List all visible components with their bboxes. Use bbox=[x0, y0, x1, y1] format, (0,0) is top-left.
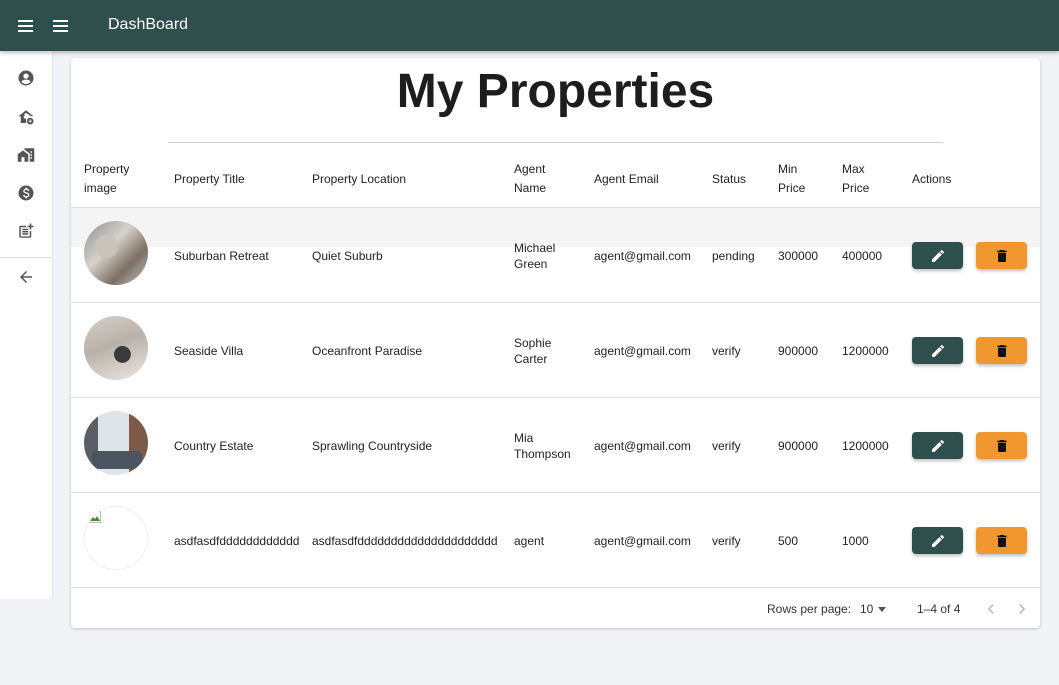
property-image-broken bbox=[84, 506, 148, 570]
rows-per-page-select[interactable]: 10 bbox=[860, 601, 890, 617]
next-page-button[interactable] bbox=[1012, 599, 1032, 619]
agent-email: agent@gmail.com bbox=[594, 533, 691, 548]
property-title: asdfasdfdddddddddddd bbox=[174, 533, 300, 548]
status: pending bbox=[712, 248, 755, 263]
max-price: 1200000 bbox=[842, 343, 889, 358]
title-divider bbox=[168, 142, 943, 143]
table-pagination: Rows per page: 10 1–4 of 4 bbox=[71, 589, 1040, 628]
agent-name: Michael Green bbox=[514, 240, 556, 271]
min-price: 900000 bbox=[778, 343, 819, 358]
delete-icon bbox=[996, 249, 1007, 262]
sidebar bbox=[0, 51, 53, 599]
property-image bbox=[84, 411, 148, 475]
dropdown-caret-icon bbox=[878, 607, 886, 612]
header-status: Status bbox=[712, 171, 747, 186]
post-add-icon[interactable] bbox=[17, 222, 35, 240]
property-title: Country Estate bbox=[174, 438, 254, 453]
property-location: asdfasdfddddddddddddddddddddd bbox=[312, 533, 498, 548]
header-actions: Actions bbox=[912, 171, 952, 186]
min-price: 900000 bbox=[778, 438, 819, 453]
agent-name: Sophie Carter bbox=[514, 335, 552, 366]
table-header: Property image Property Title Property Lo… bbox=[71, 150, 1040, 208]
chevron-left-icon bbox=[987, 604, 994, 614]
property-image bbox=[84, 316, 148, 380]
property-title: Seaside Villa bbox=[174, 343, 244, 358]
property-title: Suburban Retreat bbox=[174, 248, 269, 263]
rows-per-page-value: 10 bbox=[860, 602, 874, 616]
menu-toggle-icon[interactable] bbox=[50, 15, 72, 37]
delete-button[interactable] bbox=[976, 337, 1027, 364]
pagination-range: 1–4 of 4 bbox=[917, 602, 961, 616]
delete-button[interactable] bbox=[976, 527, 1027, 554]
edit-icon bbox=[931, 344, 944, 357]
max-price: 400000 bbox=[842, 248, 883, 263]
page-title: My Properties bbox=[396, 65, 715, 118]
header-max-price: Max Price bbox=[842, 162, 870, 195]
add-home-icon[interactable] bbox=[17, 108, 35, 126]
property-location: Sprawling Countryside bbox=[312, 438, 433, 453]
table-row: Country Estate Sprawling Countryside Mia… bbox=[71, 398, 1040, 493]
header-property-location: Property Location bbox=[312, 171, 407, 186]
home-work-icon[interactable] bbox=[17, 146, 35, 164]
max-price: 1000 bbox=[842, 533, 869, 548]
header-agent-email: Agent Email bbox=[594, 171, 659, 186]
delete-icon bbox=[996, 344, 1007, 357]
edit-icon bbox=[931, 249, 944, 262]
header-min-price: Min Price bbox=[778, 162, 806, 195]
table-row: Seaside Villa Oceanfront Paradise Sophie… bbox=[71, 303, 1040, 398]
status: verify bbox=[712, 343, 741, 358]
edit-button[interactable] bbox=[912, 432, 963, 459]
agent-name: agent bbox=[514, 533, 545, 548]
menu-icon[interactable] bbox=[15, 15, 37, 37]
max-price: 1200000 bbox=[842, 438, 889, 453]
property-image bbox=[84, 221, 148, 285]
property-location: Quiet Suburb bbox=[312, 248, 383, 263]
min-price: 300000 bbox=[778, 248, 819, 263]
status: verify bbox=[712, 438, 741, 453]
broken-image-icon bbox=[89, 511, 101, 523]
delete-button[interactable] bbox=[976, 242, 1027, 269]
arrow-back-icon[interactable] bbox=[17, 268, 35, 286]
status: verify bbox=[712, 533, 741, 548]
delete-icon bbox=[996, 439, 1007, 452]
edit-icon bbox=[931, 439, 944, 452]
min-price: 500 bbox=[778, 533, 799, 548]
agent-email: agent@gmail.com bbox=[594, 438, 691, 453]
account-circle-icon[interactable] bbox=[17, 69, 35, 87]
table-row: Suburban Retreat Quiet Suburb Michael Gre… bbox=[71, 208, 1040, 303]
previous-page-button[interactable] bbox=[981, 599, 1001, 619]
monetization-icon[interactable] bbox=[17, 184, 35, 202]
app-bar: DashBoard bbox=[0, 0, 1059, 51]
app-title: DashBoard bbox=[108, 16, 189, 33]
properties-card: My Properties Property image Property Tit… bbox=[71, 58, 1040, 628]
edit-button[interactable] bbox=[912, 242, 963, 269]
agent-name: Mia Thompson bbox=[514, 430, 571, 461]
header-property-image: Property image bbox=[84, 162, 130, 195]
agent-email: agent@gmail.com bbox=[594, 343, 691, 358]
chevron-right-icon bbox=[1019, 604, 1026, 614]
delete-icon bbox=[996, 534, 1007, 547]
sidebar-divider bbox=[0, 257, 52, 258]
rows-per-page-label: Rows per page: bbox=[767, 602, 852, 616]
header-property-title: Property Title bbox=[174, 171, 245, 186]
header-agent-name: Agent Name bbox=[514, 162, 547, 195]
delete-button[interactable] bbox=[976, 432, 1027, 459]
edit-button[interactable] bbox=[912, 527, 963, 554]
edit-button[interactable] bbox=[912, 337, 963, 364]
edit-icon bbox=[931, 534, 944, 547]
table-row: asdfasdfdddddddddddd asdfasdfddddddddddd… bbox=[71, 493, 1040, 588]
agent-email: agent@gmail.com bbox=[594, 248, 691, 263]
property-location: Oceanfront Paradise bbox=[312, 343, 423, 358]
